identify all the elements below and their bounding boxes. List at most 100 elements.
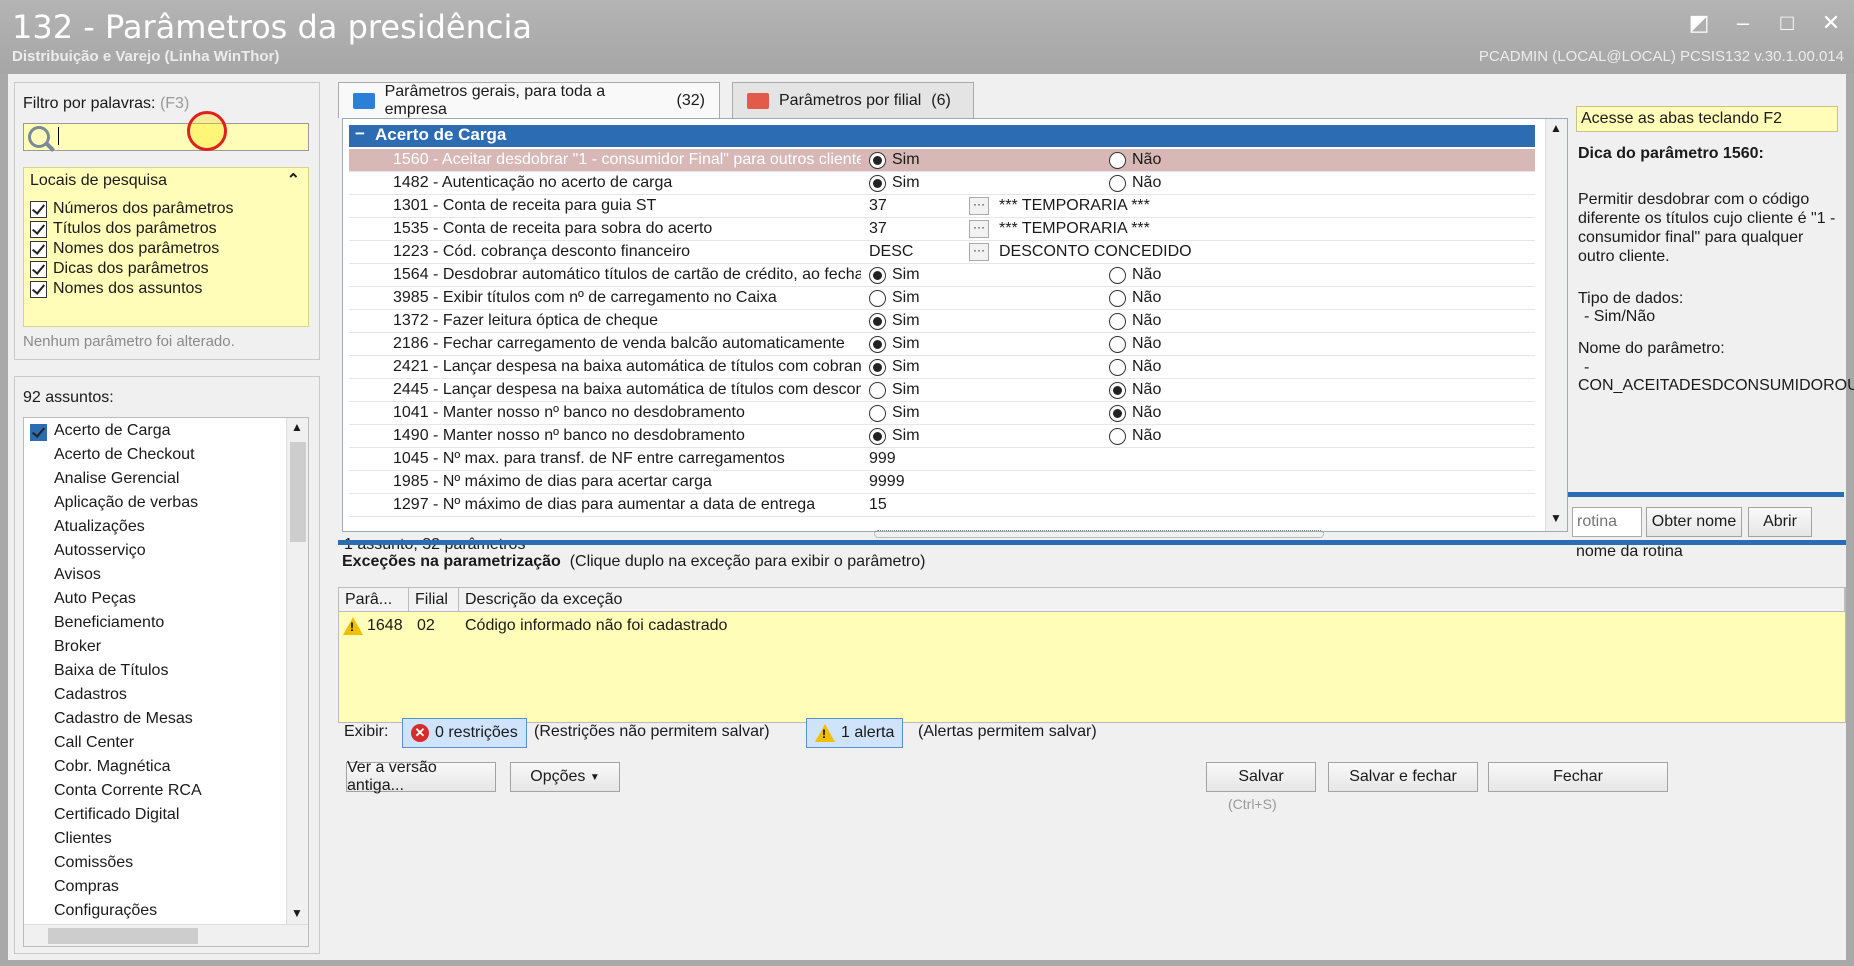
list-item[interactable]: Clientes bbox=[54, 830, 112, 854]
list-item[interactable]: Acerto de Checkout bbox=[54, 446, 195, 470]
radio-nao[interactable]: Não bbox=[1109, 381, 1161, 399]
radio-sim[interactable]: Sim bbox=[869, 358, 920, 376]
open-button[interactable]: Abrir bbox=[1748, 507, 1812, 537]
close-button[interactable]: Fechar bbox=[1488, 762, 1668, 792]
param-row[interactable]: 1297 - Nº máximo de dias para aumentar a… bbox=[349, 494, 1535, 517]
lookup-button[interactable]: ··· bbox=[969, 220, 989, 238]
radio-icon[interactable] bbox=[1109, 266, 1126, 284]
checkbox-icon[interactable] bbox=[30, 220, 47, 238]
scroll-up-icon[interactable]: ▲ bbox=[291, 420, 303, 434]
param-row[interactable]: 1564 - Desdobrar automático títulos de c… bbox=[349, 264, 1535, 287]
radio-icon[interactable] bbox=[1109, 427, 1126, 445]
list-item[interactable]: Baixa de Títulos bbox=[54, 662, 168, 686]
list-item[interactable]: Call Center bbox=[54, 734, 134, 758]
checkbox-icon[interactable] bbox=[30, 280, 47, 298]
param-row[interactable]: 2421 - Lançar despesa na baixa automátic… bbox=[349, 356, 1535, 379]
param-row[interactable]: 1041 - Manter nosso nº banco no desdobra… bbox=[349, 402, 1535, 425]
radio-icon[interactable] bbox=[1109, 151, 1126, 169]
tab-general-params[interactable]: Parâmetros gerais, para toda a empresa (3… bbox=[338, 82, 720, 118]
list-item[interactable]: Analise Gerencial bbox=[54, 470, 179, 494]
radio-nao[interactable]: Não bbox=[1109, 151, 1161, 169]
options-button[interactable]: Opções ▼ bbox=[510, 762, 620, 792]
list-item[interactable]: Conta Corrente RCA bbox=[54, 782, 202, 806]
list-item[interactable]: Atualizações bbox=[54, 518, 145, 542]
scroll-down-icon[interactable]: ▼ bbox=[1550, 511, 1562, 525]
param-row[interactable]: 3985 - Exibir títulos com nº de carregam… bbox=[349, 287, 1535, 310]
get-name-button[interactable]: Obter nome bbox=[1646, 507, 1742, 537]
list-item[interactable]: Cadastro de Mesas bbox=[54, 710, 193, 734]
table-row[interactable]: 1648 02 Código informado não foi cadastr… bbox=[339, 614, 1825, 638]
radio-sim[interactable]: Sim bbox=[869, 312, 920, 330]
search-option-names[interactable]: Nomes dos parâmetros bbox=[30, 238, 219, 260]
tab-branch-params[interactable]: Parâmetros por filial (6) bbox=[732, 82, 974, 118]
close-icon[interactable]: ✕ bbox=[1820, 10, 1842, 36]
list-item[interactable]: Configurações bbox=[54, 902, 157, 926]
radio-icon[interactable] bbox=[869, 358, 886, 376]
scroll-thumb[interactable] bbox=[48, 928, 198, 944]
save-close-button[interactable]: Salvar e fechar bbox=[1328, 762, 1478, 792]
search-option-tips[interactable]: Dicas dos parâmetros bbox=[30, 258, 209, 280]
radio-nao[interactable]: Não bbox=[1109, 358, 1161, 376]
radio-icon[interactable] bbox=[869, 151, 886, 169]
subjects-list[interactable]: Acerto de Carga Acerto de Checkout Anali… bbox=[23, 417, 309, 947]
param-value[interactable]: 15 bbox=[869, 496, 887, 514]
radio-icon[interactable] bbox=[1109, 312, 1126, 330]
radio-sim[interactable]: Sim bbox=[869, 427, 920, 445]
lookup-button[interactable]: ··· bbox=[969, 197, 989, 215]
lookup-button[interactable]: ··· bbox=[969, 243, 989, 261]
radio-icon[interactable] bbox=[1109, 381, 1126, 399]
param-value[interactable]: 9999 bbox=[869, 473, 905, 491]
param-value[interactable]: DESC bbox=[869, 243, 913, 261]
param-row[interactable]: 1482 - Autenticação no acerto de carga Si… bbox=[349, 172, 1535, 195]
list-item[interactable]: Certificado Digital bbox=[54, 806, 179, 830]
param-row[interactable]: 1223 - Cód. cobrança desconto financeiro… bbox=[349, 241, 1535, 264]
list-item[interactable]: Comissões bbox=[54, 854, 133, 878]
subjects-hscrollbar[interactable] bbox=[24, 924, 308, 946]
radio-icon[interactable] bbox=[1109, 289, 1126, 307]
radio-icon[interactable] bbox=[869, 289, 886, 307]
exceptions-table[interactable]: Parâ... Filial Descrição da exceção 1648… bbox=[338, 587, 1846, 723]
list-item[interactable]: Beneficiamento bbox=[54, 614, 164, 638]
radio-icon[interactable] bbox=[869, 266, 886, 284]
alerts-toggle[interactable]: 1 alerta bbox=[806, 718, 904, 748]
save-button[interactable]: Salvar bbox=[1206, 762, 1316, 792]
radio-icon[interactable] bbox=[869, 427, 886, 445]
radio-sim[interactable]: Sim bbox=[869, 289, 920, 307]
scroll-down-icon[interactable]: ▼ bbox=[291, 906, 303, 920]
restrictions-toggle[interactable]: ✕ 0 restrições bbox=[402, 718, 527, 748]
column-header[interactable]: Filial bbox=[409, 588, 459, 612]
param-row[interactable]: 1490 - Manter nosso nº banco no desdobra… bbox=[349, 425, 1535, 448]
list-item[interactable]: Autosserviço bbox=[54, 542, 146, 566]
radio-sim[interactable]: Sim bbox=[869, 174, 920, 192]
collapse-icon[interactable]: ⌃ bbox=[287, 170, 300, 190]
radio-nao[interactable]: Não bbox=[1109, 312, 1161, 330]
param-value[interactable]: 37 bbox=[869, 220, 887, 238]
list-item[interactable]: Auto Peças bbox=[54, 590, 136, 614]
list-item[interactable]: Acerto de Carga bbox=[54, 422, 171, 446]
radio-nao[interactable]: Não bbox=[1109, 266, 1161, 284]
checkbox-icon[interactable] bbox=[30, 260, 47, 278]
radio-icon[interactable] bbox=[1109, 404, 1126, 422]
radio-nao[interactable]: Não bbox=[1109, 289, 1161, 307]
radio-icon[interactable] bbox=[1109, 335, 1126, 353]
maximize-icon[interactable]: □ bbox=[1776, 10, 1798, 36]
radio-sim[interactable]: Sim bbox=[869, 266, 920, 284]
param-row[interactable]: 1301 - Conta de receita para guia ST 37 ··… bbox=[349, 195, 1535, 218]
list-item[interactable]: Avisos bbox=[54, 566, 101, 590]
param-value[interactable]: 37 bbox=[869, 197, 887, 215]
radio-sim[interactable]: Sim bbox=[869, 404, 920, 422]
param-row[interactable]: 1535 - Conta de receita para sobra do ac… bbox=[349, 218, 1535, 241]
column-header[interactable]: Descrição da exceção bbox=[459, 588, 1845, 612]
list-item[interactable]: Cobr. Magnética bbox=[54, 758, 171, 782]
scroll-up-icon[interactable]: ▲ bbox=[1550, 121, 1562, 135]
param-row[interactable]: 1045 - Nº max. para transf. de NF entre … bbox=[349, 448, 1535, 471]
radio-sim[interactable]: Sim bbox=[869, 335, 920, 353]
minimize-icon[interactable]: – bbox=[1732, 10, 1754, 36]
search-option-numbers[interactable]: Números dos parâmetros bbox=[30, 198, 234, 220]
search-option-subjects[interactable]: Nomes dos assuntos bbox=[30, 278, 202, 300]
param-row[interactable]: 1372 - Fazer leitura óptica de cheque Sim… bbox=[349, 310, 1535, 333]
param-value[interactable]: 999 bbox=[869, 450, 896, 468]
checkbox-icon[interactable] bbox=[30, 200, 47, 218]
radio-icon[interactable] bbox=[869, 312, 886, 330]
list-item[interactable]: Compras bbox=[54, 878, 119, 902]
